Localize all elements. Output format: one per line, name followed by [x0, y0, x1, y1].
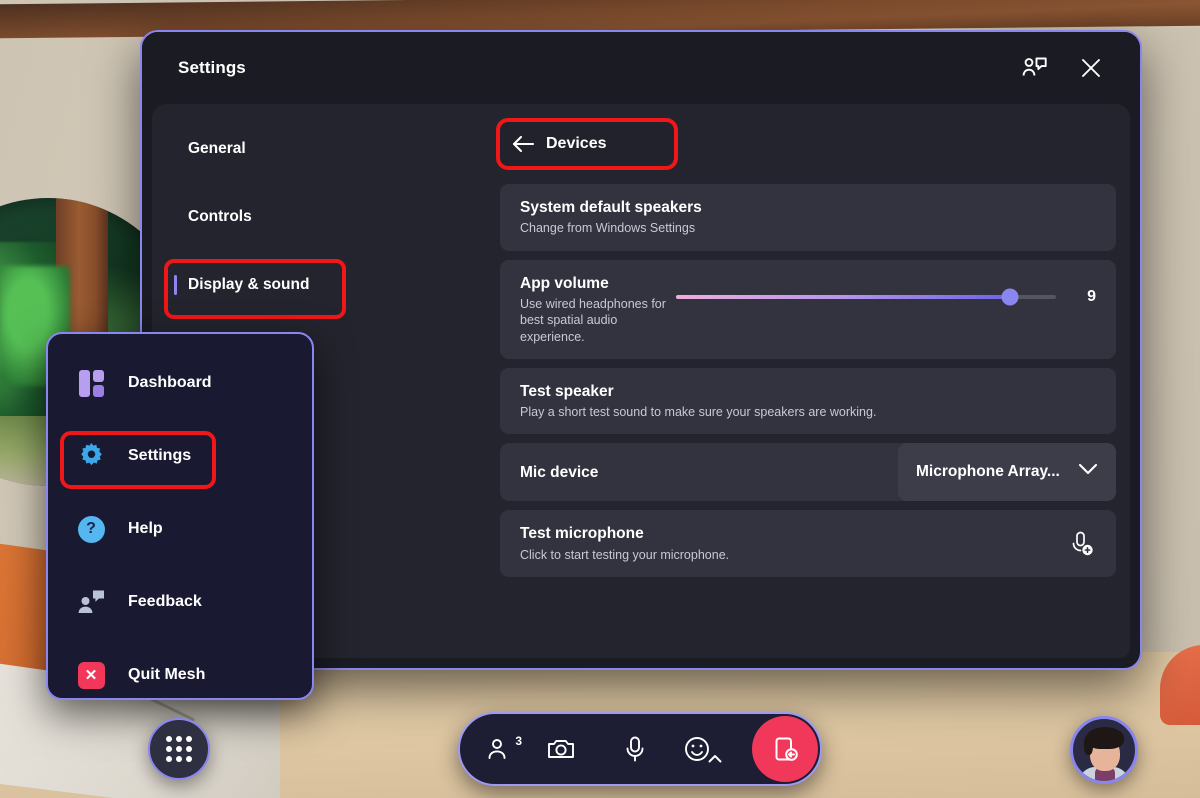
active-accent-bar	[174, 275, 177, 295]
row-title: Test microphone	[520, 525, 644, 543]
back-arrow-icon[interactable]	[500, 135, 546, 153]
row-title: Test speaker	[520, 382, 614, 400]
mic-device-select[interactable]: Microphone Array...	[898, 443, 1116, 502]
settings-title-bar: Settings	[142, 32, 1140, 104]
question-icon: ?	[76, 514, 106, 544]
menu-item-quit-mesh[interactable]: ✕ Quit Mesh	[48, 652, 312, 698]
participants-count: 3	[515, 734, 522, 748]
avatar[interactable]	[1070, 716, 1138, 784]
row-subtitle: Use wired headphones for best spatial au…	[520, 297, 666, 344]
row-system-default-speakers[interactable]: System default speakers Change from Wind…	[500, 184, 1116, 251]
menu-item-label: Help	[128, 520, 163, 537]
row-test-speaker[interactable]: Test speaker Play a short test sound to …	[500, 367, 1116, 435]
row-text: Test speaker Play a short test sound to …	[520, 382, 876, 421]
menu-item-label: Feedback	[128, 593, 202, 610]
sidebar-item-general[interactable]: General	[152, 128, 492, 170]
chevron-up-icon[interactable]	[708, 750, 722, 768]
toolbar-group-right	[604, 718, 728, 780]
row-text: App volume Use wired headphones for best…	[520, 274, 676, 345]
mic-device-value: Microphone Array...	[916, 463, 1060, 481]
row-text: Mic device	[520, 463, 598, 482]
menu-item-label: Settings	[128, 447, 192, 464]
feedback-person-chat-icon[interactable]	[1018, 51, 1052, 85]
menu-item-label: Dashboard	[128, 374, 212, 391]
sidebar-item-label: General	[188, 140, 246, 157]
devices-back-header[interactable]: Devices	[496, 118, 678, 170]
title-bar-actions	[1018, 51, 1108, 85]
devices-content-pane: Devices System default speakers Change f…	[492, 104, 1130, 658]
row-title: App volume	[520, 274, 609, 292]
row-text: Test microphone Click to start testing y…	[520, 524, 729, 563]
toolbar-group-left: 3	[460, 718, 592, 780]
microphone-test-icon[interactable]	[1066, 529, 1096, 559]
sidebar-item-display-and-sound[interactable]: Display & sound	[152, 259, 492, 319]
row-title: Mic device	[520, 463, 599, 481]
chevron-down-icon[interactable]	[1078, 463, 1098, 481]
row-subtitle: Play a short test sound to make sure you…	[520, 405, 877, 420]
menu-item-label: Quit Mesh	[128, 666, 206, 683]
slider-track[interactable]	[676, 288, 1056, 306]
menu-item-settings[interactable]: Settings	[48, 431, 312, 489]
microphone-button[interactable]	[604, 718, 666, 780]
sidebar-item-label: Controls	[188, 208, 252, 225]
gear-icon	[76, 441, 106, 471]
main-toolbar: 3	[458, 712, 822, 786]
row-app-volume: App volume Use wired headphones for best…	[500, 259, 1116, 359]
slider-fill	[676, 294, 1011, 299]
page-title: Settings	[178, 58, 246, 77]
volume-value: 9	[1087, 287, 1096, 305]
row-subtitle: Change from Windows Settings	[520, 221, 696, 236]
camera-button[interactable]	[530, 718, 592, 780]
row-title: System default speakers	[520, 199, 702, 216]
participants-button[interactable]: 3	[468, 718, 530, 780]
leave-call-button[interactable]	[752, 716, 818, 782]
sidebar-item-controls[interactable]: Controls	[152, 196, 492, 238]
apps-grid-icon	[166, 736, 192, 762]
row-mic-device: Mic device Microphone Array...	[500, 443, 1116, 502]
row-subtitle: Click to start testing your microphone.	[520, 547, 730, 562]
quick-actions-menu: Dashboard Settings ? Help Feedback ✕ Qui…	[46, 332, 314, 700]
menu-item-feedback[interactable]: Feedback	[48, 579, 312, 625]
quit-icon: ✕	[76, 660, 106, 690]
sidebar-item-label: Display & sound	[188, 276, 310, 293]
reactions-button[interactable]	[666, 718, 728, 780]
apps-grid-button[interactable]	[148, 718, 210, 780]
close-icon[interactable]	[1074, 51, 1108, 85]
menu-item-dashboard[interactable]: Dashboard	[48, 360, 312, 406]
app-volume-slider[interactable]: 9	[676, 274, 1096, 306]
row-test-microphone[interactable]: Test microphone Click to start testing y…	[500, 510, 1116, 577]
row-text: System default speakers Change from Wind…	[520, 198, 702, 237]
feedback-icon	[76, 587, 106, 617]
menu-item-help[interactable]: ? Help	[48, 506, 312, 552]
slider-thumb[interactable]	[1001, 288, 1019, 306]
dashboard-icon	[76, 368, 106, 398]
devices-title: Devices	[546, 135, 607, 152]
avatar-hair-side	[1084, 735, 1093, 755]
